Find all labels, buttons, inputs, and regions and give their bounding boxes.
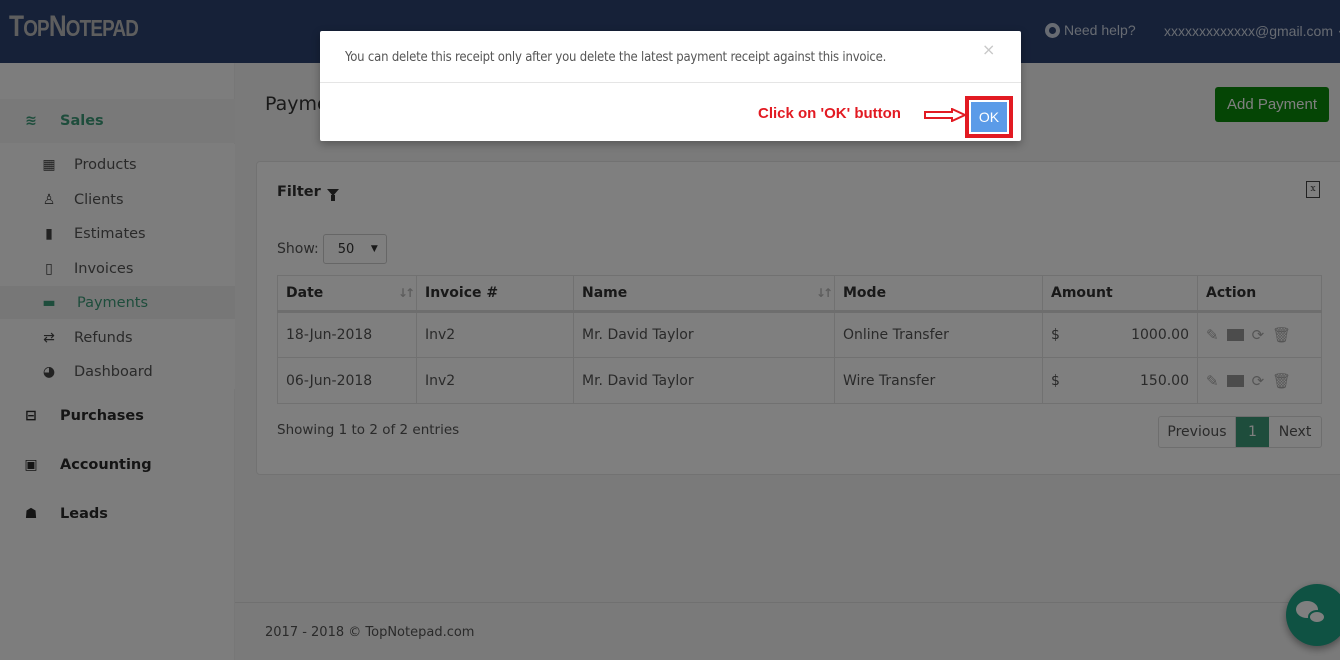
dialog-divider — [320, 82, 1021, 83]
ok-button[interactable]: OK — [971, 102, 1007, 132]
alert-dialog: You can delete this receipt only after y… — [320, 31, 1021, 141]
instruction-annotation: Click on 'OK' button — [758, 105, 901, 122]
close-icon[interactable]: × — [982, 40, 995, 59]
ok-highlight-frame: OK — [965, 96, 1013, 138]
dialog-message: You can delete this receipt only after y… — [345, 50, 887, 65]
arrow-right-icon — [924, 108, 966, 122]
